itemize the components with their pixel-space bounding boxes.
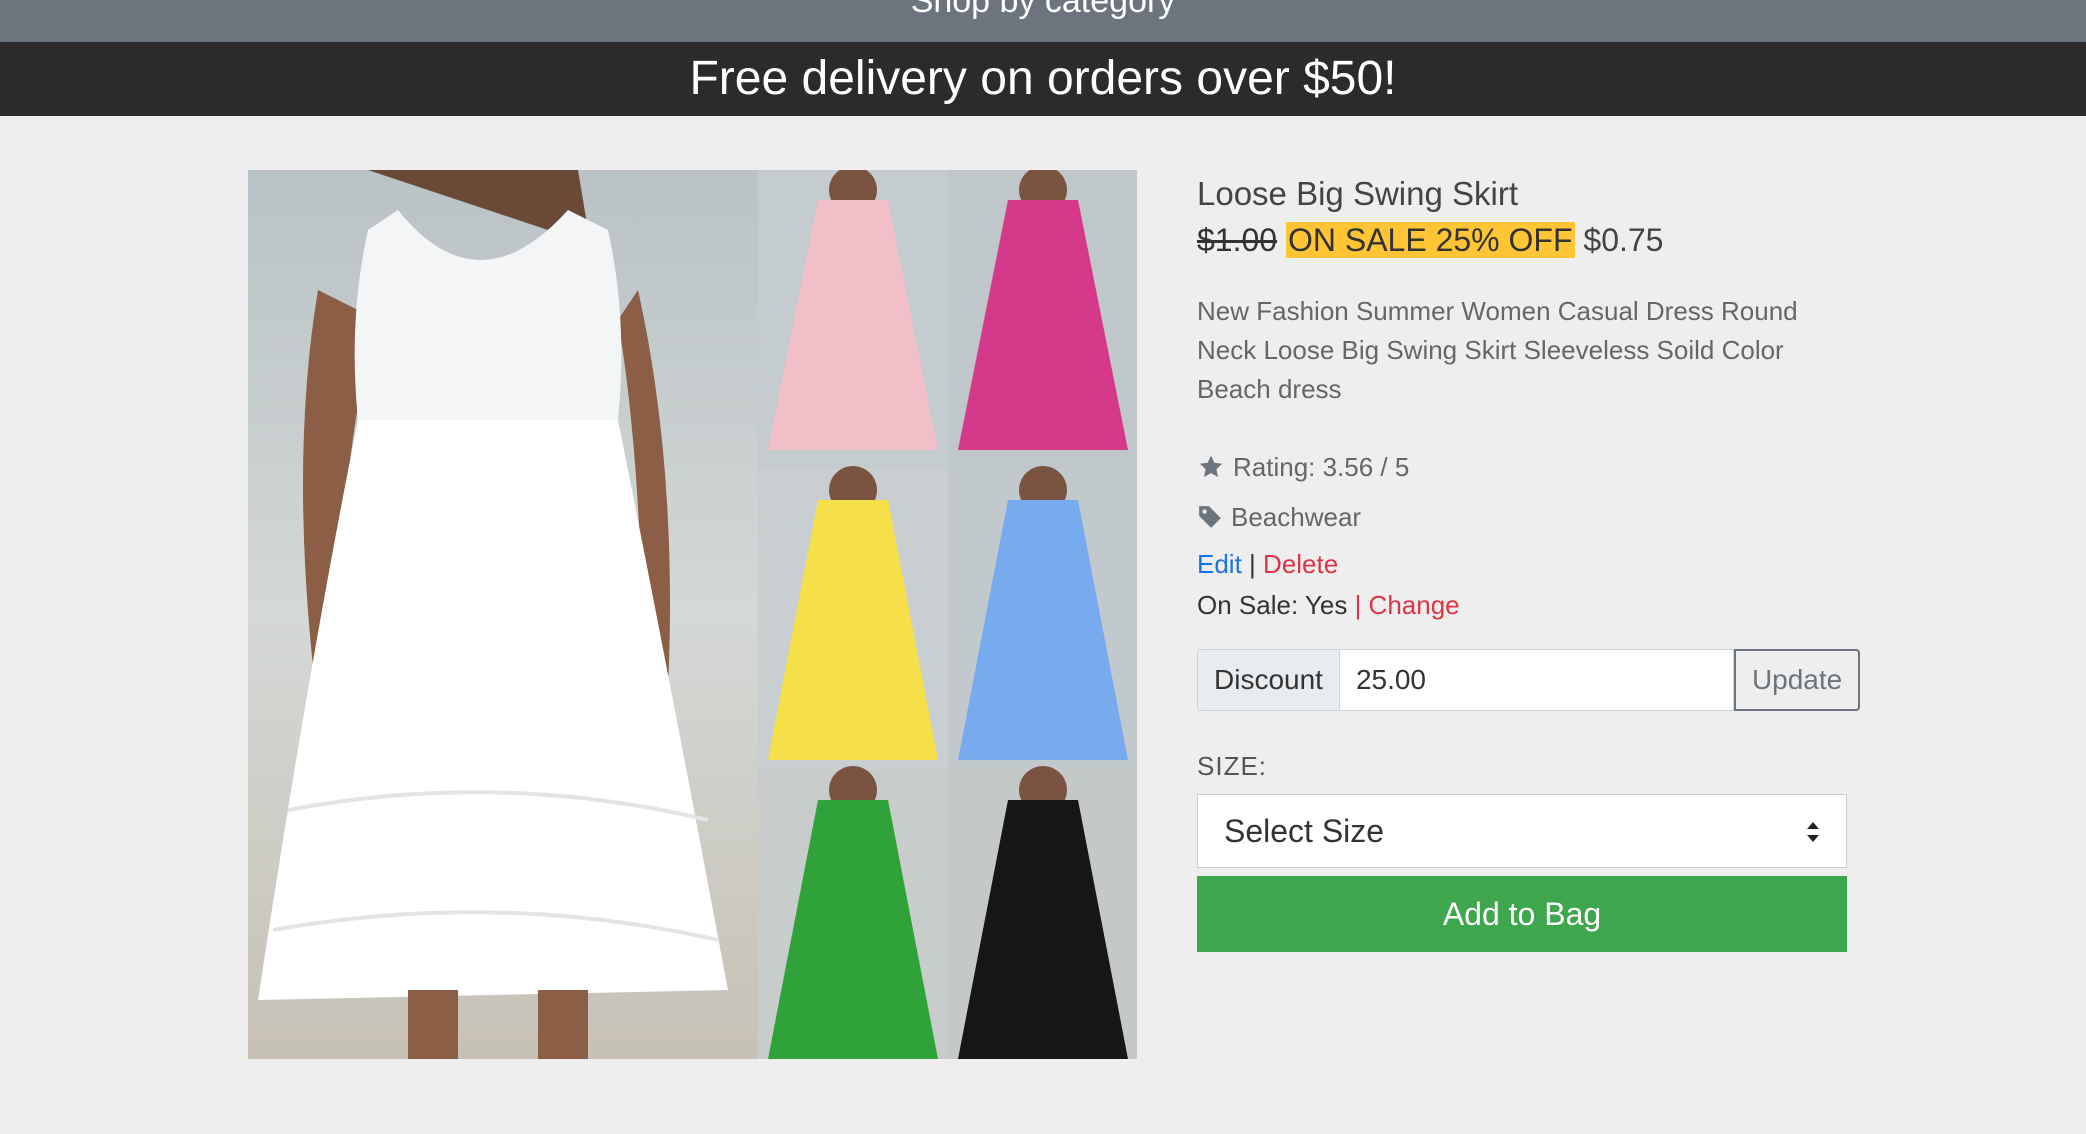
top-nav-text: Shop by category xyxy=(910,0,1176,20)
on-sale-line: On Sale: Yes | Change xyxy=(1197,585,1847,625)
product-title: Loose Big Swing Skirt xyxy=(1197,175,1518,212)
discount-label: Discount xyxy=(1197,649,1339,711)
star-icon xyxy=(1199,455,1223,477)
rating-line: Rating: 3.56 / 5 xyxy=(1197,447,1847,487)
sort-arrows-icon xyxy=(1807,822,1819,842)
update-discount-button[interactable]: Update xyxy=(1733,649,1861,711)
action-separator: | xyxy=(1249,549,1256,579)
rating-text: Rating: 3.56 / 5 xyxy=(1233,451,1410,482)
size-label: SIZE: xyxy=(1197,751,1268,781)
size-select[interactable]: Select Size xyxy=(1197,794,1847,868)
size-select-value: Select Size xyxy=(1224,813,1385,849)
discount-input[interactable] xyxy=(1338,649,1734,711)
product-image xyxy=(248,170,1137,1059)
promo-banner: Free delivery on orders over $50! xyxy=(0,42,2086,116)
price-row: $1.00 ON SALE 25% OFF $0.75 xyxy=(1197,218,1847,262)
discount-form: Discount Update xyxy=(1197,649,1861,711)
sale-price: $0.75 xyxy=(1583,222,1664,258)
add-to-bag-button[interactable]: Add to Bag xyxy=(1197,876,1847,952)
original-price: $1.00 xyxy=(1197,222,1278,258)
edit-link[interactable]: Edit xyxy=(1197,549,1242,579)
product-description: New Fashion Summer Women Casual Dress Ro… xyxy=(1197,296,1798,404)
top-nav-strip: Shop by category xyxy=(0,0,2086,42)
change-sale-link[interactable]: | Change xyxy=(1355,590,1460,620)
category-text: Beachwear xyxy=(1231,501,1362,532)
tag-icon xyxy=(1199,506,1221,528)
delete-link[interactable]: Delete xyxy=(1263,549,1338,579)
on-sale-status: On Sale: Yes xyxy=(1197,590,1348,620)
category-line: Beachwear xyxy=(1197,497,1847,537)
admin-actions: Edit | Delete xyxy=(1197,543,1847,585)
product-details: Loose Big Swing Skirt $1.00 ON SALE 25% … xyxy=(1197,170,1861,952)
sale-badge: ON SALE 25% OFF xyxy=(1285,222,1575,258)
